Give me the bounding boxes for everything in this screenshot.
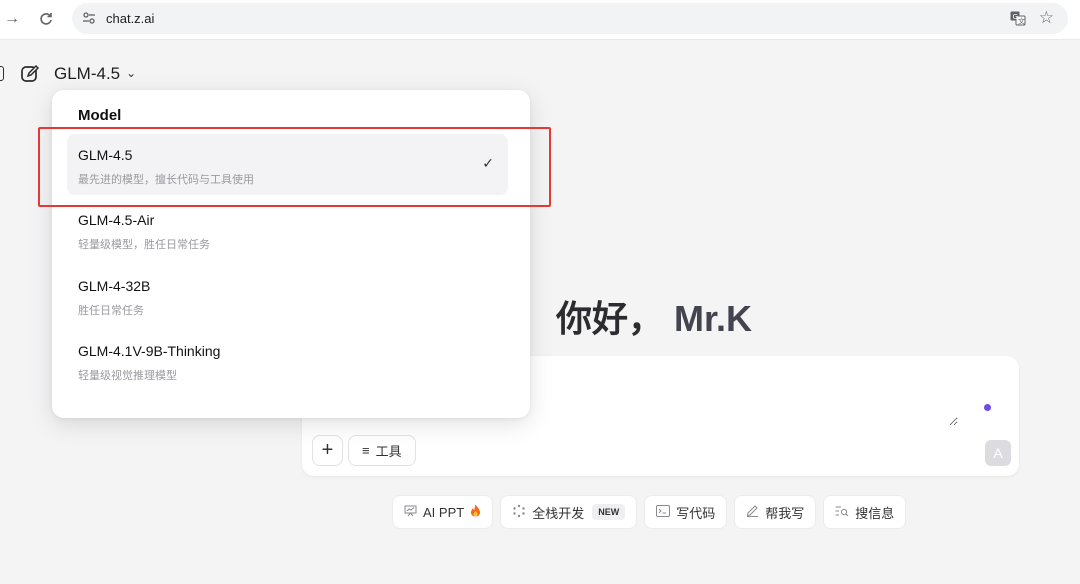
terminal-icon [656, 504, 671, 520]
tools-label: 工具 [375, 444, 402, 459]
model-option-glm-4-5[interactable]: GLM-4.5 最先进的模型，擅长代码与工具使用 ✓ [67, 134, 508, 195]
browser-toolbar: → chat.z.ai G文 ☆ [0, 0, 1080, 40]
chip-search-info[interactable]: 搜信息 [823, 495, 907, 529]
chip-label: 帮我写 [765, 505, 805, 521]
bookmark-star-icon[interactable]: ☆ [1039, 8, 1054, 28]
search-list-icon [835, 505, 849, 520]
chip-label: 搜信息 [855, 505, 895, 521]
chip-label: 写代码 [676, 505, 716, 521]
model-selector-label: GLM-4.5 [54, 64, 121, 83]
url-text[interactable]: chat.z.ai [106, 11, 154, 26]
model-option-description: 轻量级视觉推理模型 [78, 370, 177, 382]
send-glyph: A [993, 445, 1003, 461]
model-selector[interactable]: GLM-4.5 ⌄ [54, 62, 136, 86]
sidebar-toggle-icon[interactable] [0, 66, 4, 81]
quick-actions: AI PPT 全栈开发 NEW 写代码 帮我写 搜信息 [392, 495, 907, 529]
presentation-icon [404, 505, 417, 520]
model-option-glm-4-1v-9b-thinking[interactable]: GLM-4.1V-9B-Thinking 轻量级视觉推理模型 [67, 330, 508, 391]
add-attachment-button[interactable]: + [312, 435, 343, 466]
translate-icon[interactable]: G文 [1010, 11, 1026, 31]
svg-text:文: 文 [1018, 17, 1025, 26]
model-option-glm-4-5-air[interactable]: GLM-4.5-Air 轻量级模型，胜任日常任务 [67, 199, 508, 260]
send-button[interactable]: A [985, 440, 1011, 466]
checkmark-icon: ✓ [482, 155, 494, 171]
app-page: → chat.z.ai G文 ☆ GLM-4.5 ⌄ 你好， Mr.K + ≡ [0, 0, 1080, 584]
chevron-down-icon: ⌄ [126, 66, 137, 80]
greeting-user: Mr.K [674, 298, 753, 339]
reload-icon[interactable] [34, 8, 58, 30]
forward-icon[interactable]: → [0, 8, 24, 30]
site-info-icon[interactable] [82, 11, 96, 30]
chip-label: AI PPT [423, 504, 465, 520]
model-option-name: GLM-4-32B [78, 278, 151, 294]
model-option-name: GLM-4.5-Air [78, 212, 155, 228]
model-option-name: GLM-4.1V-9B-Thinking [78, 343, 221, 359]
chip-help-write[interactable]: 帮我写 [734, 495, 817, 529]
new-badge: NEW [592, 504, 626, 520]
greeting-heading: 你好， Mr.K [556, 290, 752, 342]
chip-fullstack[interactable]: 全栈开发 NEW [500, 495, 638, 529]
chip-ai-ppt[interactable]: AI PPT [392, 495, 494, 529]
plus-icon: + [321, 439, 334, 461]
menu-lines-icon: ≡ [362, 443, 370, 458]
status-dot [984, 404, 991, 411]
chip-write-code[interactable]: 写代码 [644, 495, 728, 529]
model-option-description: 轻量级模型，胜任日常任务 [78, 239, 210, 251]
model-option-description: 胜任日常任务 [78, 305, 144, 317]
model-option-name: GLM-4.5 [78, 147, 133, 163]
address-bar[interactable]: chat.z.ai G文 ☆ [72, 3, 1068, 34]
greeting-hello: 你好， [556, 298, 665, 339]
new-chat-icon[interactable] [20, 64, 40, 89]
dropdown-title: Model [78, 107, 122, 124]
pen-icon [746, 504, 759, 520]
model-dropdown: Model GLM-4.5 最先进的模型，擅长代码与工具使用 ✓ GLM-4.5… [52, 90, 530, 418]
loading-dots-icon [512, 504, 526, 521]
model-option-description: 最先进的模型，擅长代码与工具使用 [78, 174, 254, 186]
chip-label: 全栈开发 [532, 505, 585, 521]
fire-icon [470, 504, 481, 520]
model-option-glm-4-32b[interactable]: GLM-4-32B 胜任日常任务 [67, 265, 508, 326]
tools-button[interactable]: ≡ 工具 [348, 435, 416, 466]
